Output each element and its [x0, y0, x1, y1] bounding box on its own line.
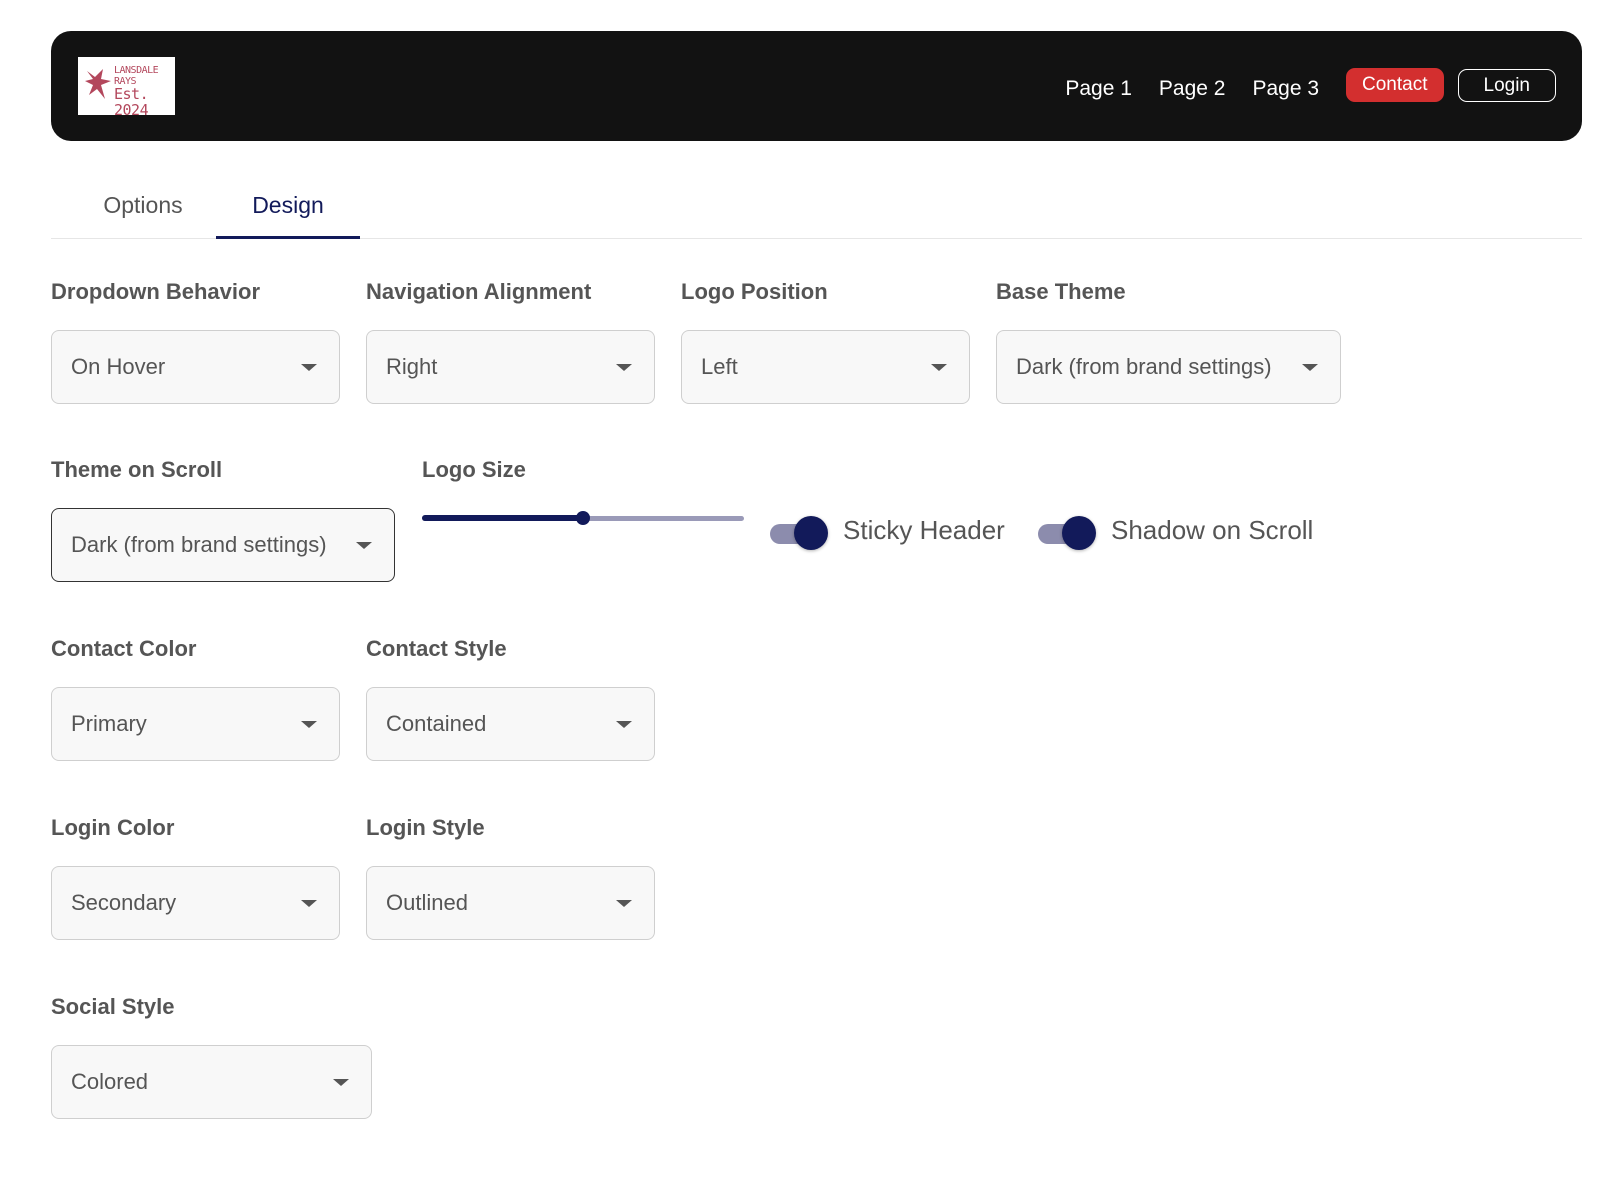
login-style-value: Outlined: [386, 890, 468, 915]
caret-down-icon: [616, 364, 632, 371]
caret-down-icon: [616, 900, 632, 907]
dropdown-behavior-value: On Hover: [71, 354, 166, 379]
theme-on-scroll-value: Dark (from brand settings): [71, 532, 327, 557]
header-preview: LANSDALE RAYS Est. 2024 Page 1 Page 2 Pa…: [51, 31, 1582, 141]
contact-button[interactable]: Contact: [1346, 68, 1444, 102]
switch-thumb: [794, 516, 828, 550]
contact-color-label: Contact Color: [51, 636, 197, 661]
caret-down-icon: [931, 364, 947, 371]
login-button[interactable]: Login: [1457, 68, 1556, 102]
slider-thumb[interactable]: [576, 511, 590, 525]
caret-down-icon: [301, 900, 317, 907]
caret-down-icon: [356, 542, 372, 549]
logo-text: LANSDALE RAYS Est. 2024: [114, 65, 175, 119]
caret-down-icon: [301, 364, 317, 371]
base-theme-value: Dark (from brand settings): [1016, 354, 1272, 379]
login-style-select[interactable]: Outlined: [366, 866, 655, 940]
logo-position-label: Logo Position: [681, 279, 828, 304]
navigation-alignment-select[interactable]: Right: [366, 330, 655, 404]
tab-bar: Options Design: [51, 180, 1582, 239]
navigation-alignment-label: Navigation Alignment: [366, 279, 592, 304]
login-color-select[interactable]: Secondary: [51, 866, 340, 940]
tab-design[interactable]: Design: [216, 180, 360, 239]
navigation-alignment-value: Right: [386, 354, 438, 379]
logo-position-select[interactable]: Left: [681, 330, 970, 404]
sticky-header-label: Sticky Header: [843, 515, 1005, 545]
caret-down-icon: [616, 721, 632, 728]
logo[interactable]: LANSDALE RAYS Est. 2024: [78, 57, 175, 118]
nav-link-page-2[interactable]: Page 2: [1159, 77, 1226, 101]
base-theme-select[interactable]: Dark (from brand settings): [996, 330, 1341, 404]
social-style-label: Social Style: [51, 994, 175, 1019]
nav-links: Page 1 Page 2 Page 3 Contact Login: [1065, 59, 1556, 111]
contact-style-label: Contact Style: [366, 636, 507, 661]
login-style-label: Login Style: [366, 815, 485, 840]
theme-on-scroll-select[interactable]: Dark (from brand settings): [51, 508, 395, 582]
sticky-header-switch[interactable]: [768, 516, 830, 550]
contact-style-value: Contained: [386, 711, 487, 736]
social-style-value: Colored: [71, 1069, 149, 1094]
logo-position-value: Left: [701, 354, 738, 379]
ray-fish-icon: [85, 69, 111, 99]
dropdown-behavior-select[interactable]: On Hover: [51, 330, 340, 404]
logo-line1: LANSDALE RAYS: [114, 65, 159, 87]
contact-color-value: Primary: [71, 711, 147, 736]
contact-style-select[interactable]: Contained: [366, 687, 655, 761]
shadow-on-scroll-switch[interactable]: [1036, 516, 1098, 550]
caret-down-icon: [1302, 364, 1318, 371]
theme-on-scroll-label: Theme on Scroll: [51, 457, 223, 482]
caret-down-icon: [301, 721, 317, 728]
shadow-on-scroll-label: Shadow on Scroll: [1111, 515, 1314, 545]
tab-options[interactable]: Options: [101, 180, 185, 238]
dropdown-behavior-label: Dropdown Behavior: [51, 279, 261, 304]
slider-fill: [422, 515, 583, 521]
nav-link-page-1[interactable]: Page 1: [1065, 77, 1132, 101]
caret-down-icon: [333, 1079, 349, 1086]
login-color-value: Secondary: [71, 890, 177, 915]
login-color-label: Login Color: [51, 815, 175, 840]
logo-size-label: Logo Size: [422, 457, 526, 482]
social-style-select[interactable]: Colored: [51, 1045, 372, 1119]
logo-line2: Est. 2024: [114, 85, 149, 119]
base-theme-label: Base Theme: [996, 279, 1126, 304]
logo-size-slider[interactable]: [422, 508, 744, 530]
contact-color-select[interactable]: Primary: [51, 687, 340, 761]
nav-link-page-3[interactable]: Page 3: [1252, 77, 1319, 101]
switch-thumb: [1062, 516, 1096, 550]
